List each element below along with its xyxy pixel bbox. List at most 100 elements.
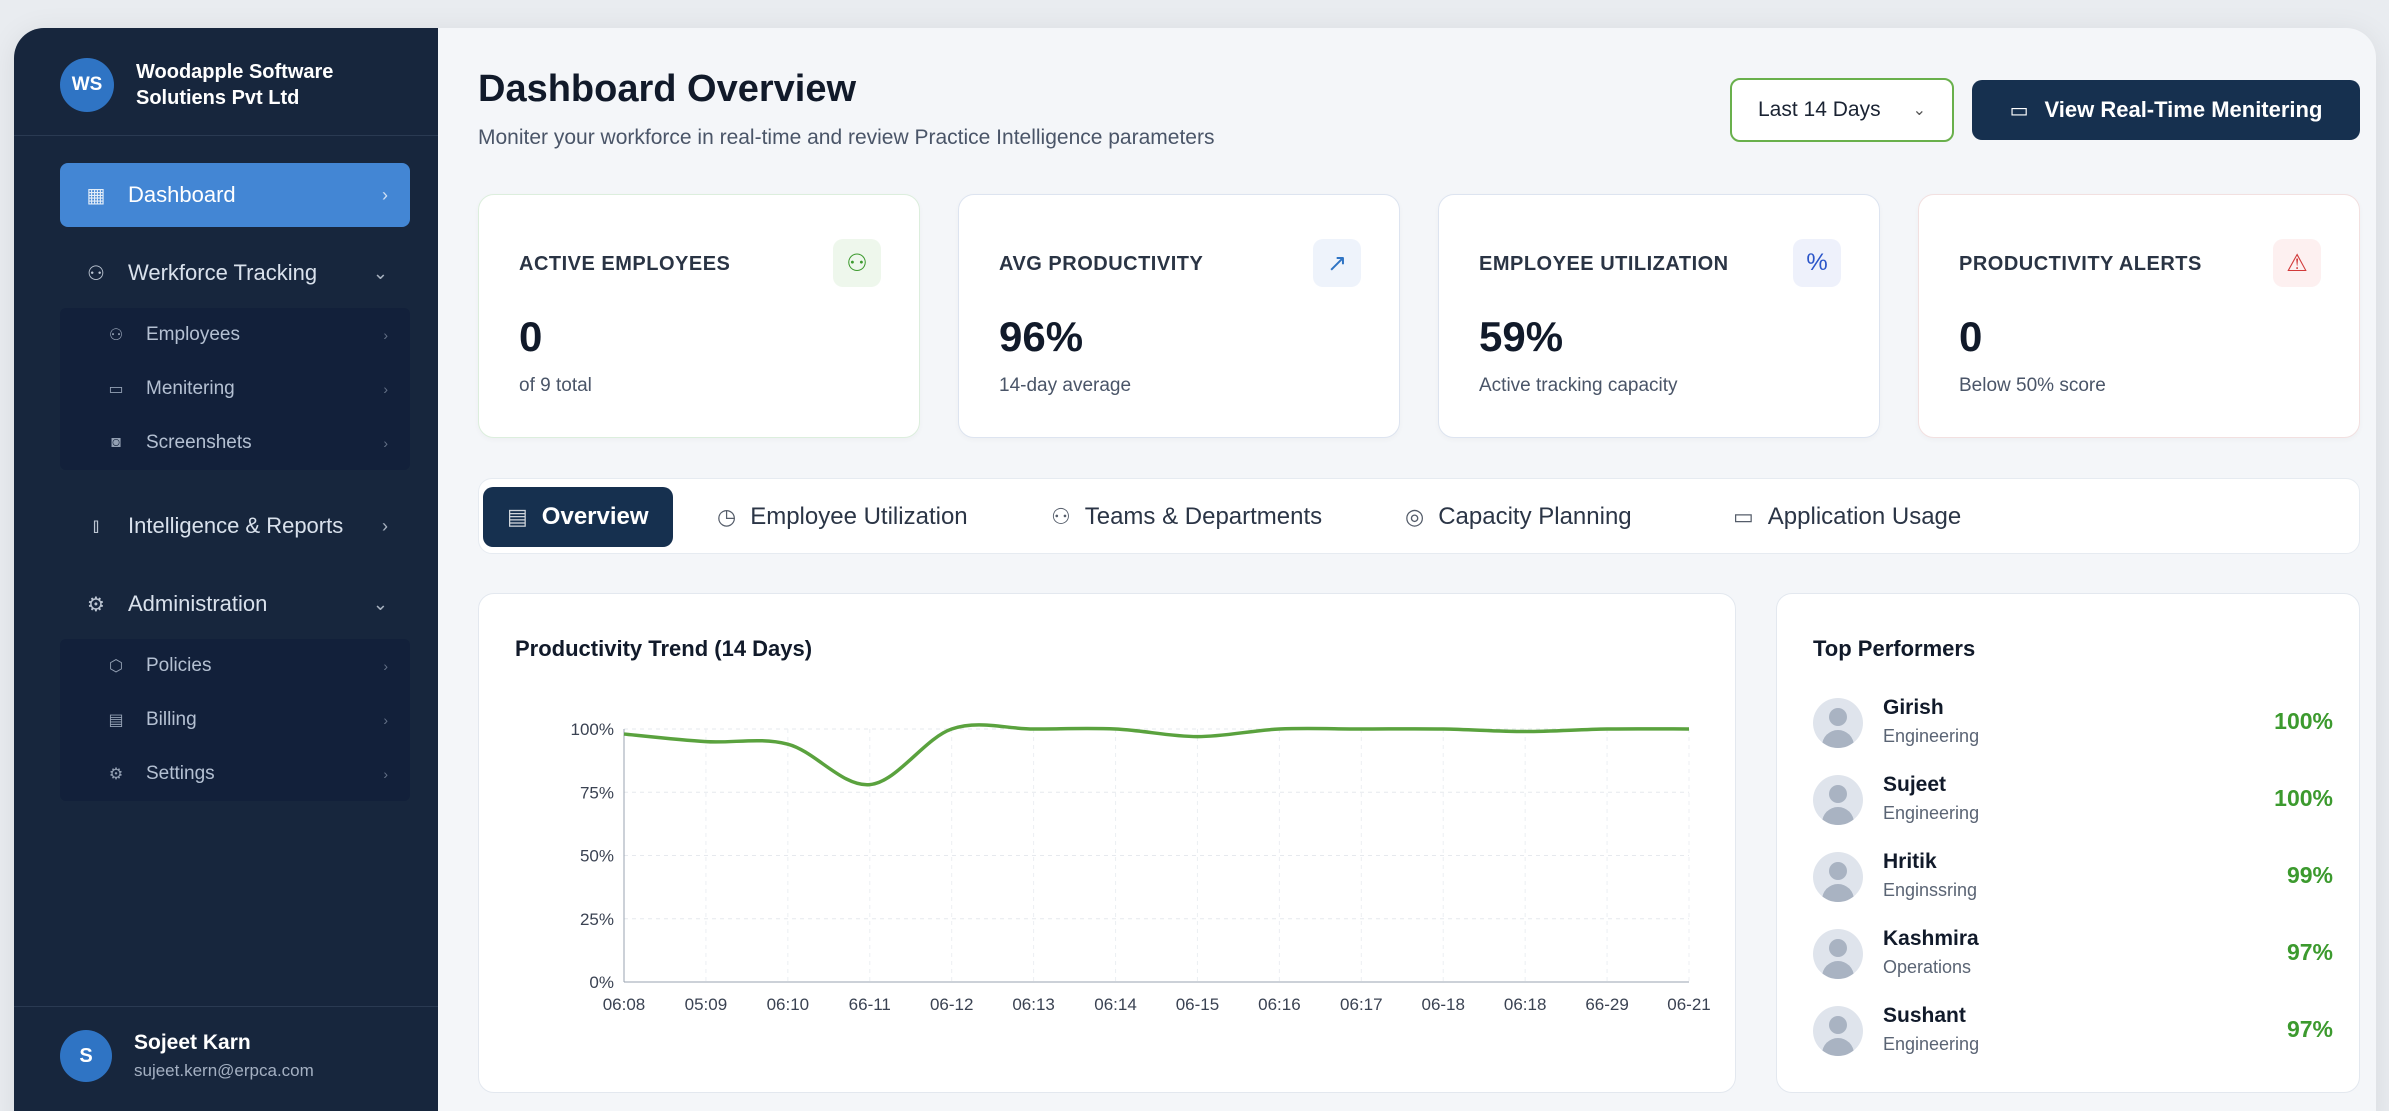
performer-dept: Engineering (1883, 726, 1980, 746)
kpi-card-active-employees: ACTIVE EMPLOYEES ⚇ 0 of 9 total (478, 194, 920, 438)
chevron-down-icon: ⌄ (1912, 102, 1926, 119)
camera-icon: ◙ (111, 434, 121, 451)
y-tick-label: 75% (580, 783, 614, 802)
kpi-subtext: Active tracking capacity (1479, 375, 1678, 396)
kpi-value: 96% (999, 313, 1084, 360)
sidebar-item-intelligence-reports[interactable]: ⫾ Intelligence & Reports › (60, 494, 410, 558)
avatar (1813, 698, 1863, 748)
performer-row[interactable]: Kashmira Operations 97% (1813, 925, 2333, 989)
sidebar-item-screenshots[interactable]: ◙ Screenshets › (60, 416, 410, 470)
grid-icon: ▦ (86, 184, 106, 207)
kpi-card-productivity-alerts: PRODUCTIVITY ALERTS ⚠ 0 Below 50% score (1918, 194, 2360, 438)
top-performers-card: Top Performers Girish Engineering 100% S… (1776, 593, 2360, 1093)
sidebar-item-settings[interactable]: ⚙ Settings › (60, 747, 410, 801)
y-tick-label: 50% (580, 847, 614, 866)
tab-label: Overview (541, 503, 649, 530)
tab-label: Employee Utilization (750, 503, 968, 530)
x-tick-label: 06:10 (767, 995, 810, 1014)
sidebar-item-label: Werkforce Tracking (128, 260, 318, 285)
productivity-trend-chart: 100% 75% 50% 25% 0% 06:08 05:09 06:10 66-11 06-12… (571, 720, 1711, 1014)
bar-chart-icon: ⫾ (92, 514, 100, 537)
performer-name: Sushant (1883, 1004, 1966, 1027)
monitor-icon: ▭ (2009, 99, 2029, 122)
sidebar-item-billing[interactable]: ▤ Billing › (60, 693, 410, 747)
chevron-right-icon: › (383, 658, 388, 674)
users-icon: ⚇ (87, 262, 105, 285)
x-tick-label: 06-15 (1176, 995, 1219, 1014)
tab-overview[interactable]: ▤ Overview (483, 487, 673, 547)
performer-row[interactable]: Hritik Enginssring 99% (1813, 848, 2333, 912)
chevron-down-icon: ⌄ (372, 593, 388, 614)
tab-teams-departments[interactable]: ⚇ Teams & Departments (1051, 487, 1322, 547)
chevron-down-icon: ⌄ (372, 262, 388, 283)
kpi-card-employee-utilization: EMPLOYEE UTILIZATION % 59% Active tracki… (1438, 194, 1880, 438)
tab-capacity-planning[interactable]: ◎ Capacity Planning (1405, 487, 1632, 547)
x-tick-label: 05:09 (685, 995, 728, 1014)
date-range-select[interactable]: Last 14 Days ⌄ (1730, 78, 1954, 142)
series-line (623, 723, 1690, 787)
chevron-right-icon: › (383, 327, 388, 343)
y-tick-label: 0% (589, 973, 614, 992)
clock-icon: ◷ (717, 504, 737, 529)
kpi-card-avg-productivity: AVG PRODUCTIVITY ↗ 96% 14-day average (958, 194, 1400, 438)
view-realtime-monitoring-button[interactable]: ▭ View Real-Time Menitering (1972, 80, 2360, 140)
target-icon: ◎ (1405, 504, 1425, 529)
sidebar-item-administration[interactable]: ⚙ Administration ⌄ (60, 572, 410, 636)
percent-icon: % (1793, 239, 1841, 287)
user-icon: ⚇ (108, 327, 124, 344)
x-tick-label: 06:18 (1504, 995, 1547, 1014)
x-tick-label: 06:08 (603, 995, 646, 1014)
chevron-right-icon: › (383, 712, 388, 728)
warning-icon: ⚠ (2273, 239, 2321, 287)
sidebar-item-label: Billing (146, 709, 197, 730)
sidebar-item-dashboard[interactable]: ▦ Dashboard › (60, 163, 410, 227)
tab-employee-utilization[interactable]: ◷ Employee Utilization (717, 487, 968, 547)
x-tick-label: 06:16 (1258, 995, 1301, 1014)
avatar (1813, 929, 1863, 979)
users-icon: ⚇ (1051, 504, 1071, 529)
sidebar-item-label: Settings (146, 763, 215, 784)
trending-up-icon: ↗ (1313, 239, 1361, 287)
user-profile[interactable]: S Sojeet Karn sujeet.kern@erpca.com (60, 1030, 314, 1082)
productivity-trend-card: Productivity Trend (14 Days) 100% 75% 50% 2… (478, 593, 1736, 1093)
x-tick-label: 06-18 (1421, 995, 1464, 1014)
credit-card-icon: ▤ (108, 712, 124, 729)
sidebar-divider (14, 1006, 438, 1007)
performer-name: Sujeet (1883, 773, 1947, 796)
user-name: Sojeet Karn (134, 1031, 251, 1054)
performer-row[interactable]: Girish Engineering 100% (1813, 694, 2333, 758)
sidebar-divider (14, 135, 438, 136)
tab-label: Teams & Departments (1084, 503, 1323, 530)
kpi-subtext: 14-day average (999, 375, 1132, 396)
sidebar-item-workforce-tracking[interactable]: ⚇ Werkforce Tracking ⌄ (60, 241, 410, 305)
brand-name: Woodapple Software Solutiens Pvt Ltd (136, 61, 334, 109)
performer-name: Girish (1883, 696, 1944, 719)
performer-row[interactable]: Sujeet Engineering 100% (1813, 771, 2333, 835)
avatar (1813, 775, 1863, 825)
users-icon: ⚇ (833, 239, 881, 287)
tab-application-usage[interactable]: ▭ Application Usage (1733, 487, 1961, 547)
sidebar-item-policies[interactable]: ⬡ Policies › (60, 639, 410, 693)
sidebar-item-label: Intelligence & Reports (128, 513, 344, 538)
kpi-value: 0 (1959, 313, 1983, 360)
tab-label: Application Usage (1767, 503, 1962, 530)
x-tick-label: 06-21 (1667, 995, 1710, 1014)
sidebar-item-label: Administration (128, 591, 268, 616)
sidebar-item-monitoring[interactable]: ▭ Menitering › (60, 362, 410, 416)
chevron-right-icon: › (383, 435, 388, 451)
kpi-value: 59% (1479, 313, 1564, 360)
brand[interactable]: WS Woodapple Software Solutiens Pvt Ltd (60, 58, 376, 112)
shield-icon: ⬡ (109, 658, 123, 675)
performer-score: 99% (2286, 862, 2333, 888)
performer-score: 97% (2286, 939, 2333, 965)
kpi-label: AVG PRODUCTIVITY (999, 253, 1204, 275)
sidebar-item-label: Policies (146, 655, 212, 676)
performer-row[interactable]: Sushant Engineering 97% (1813, 1002, 2333, 1066)
kpi-label: EMPLOYEE UTILIZATION (1479, 253, 1729, 275)
performer-dept: Operations (1883, 957, 1972, 977)
sidebar-item-employees[interactable]: ⚇ Employees › (60, 308, 410, 362)
monitor-icon: ▭ (108, 381, 124, 398)
gear-icon: ⚙ (87, 593, 105, 616)
avatar: S (60, 1030, 112, 1082)
x-tick-label: 66-11 (849, 995, 891, 1014)
